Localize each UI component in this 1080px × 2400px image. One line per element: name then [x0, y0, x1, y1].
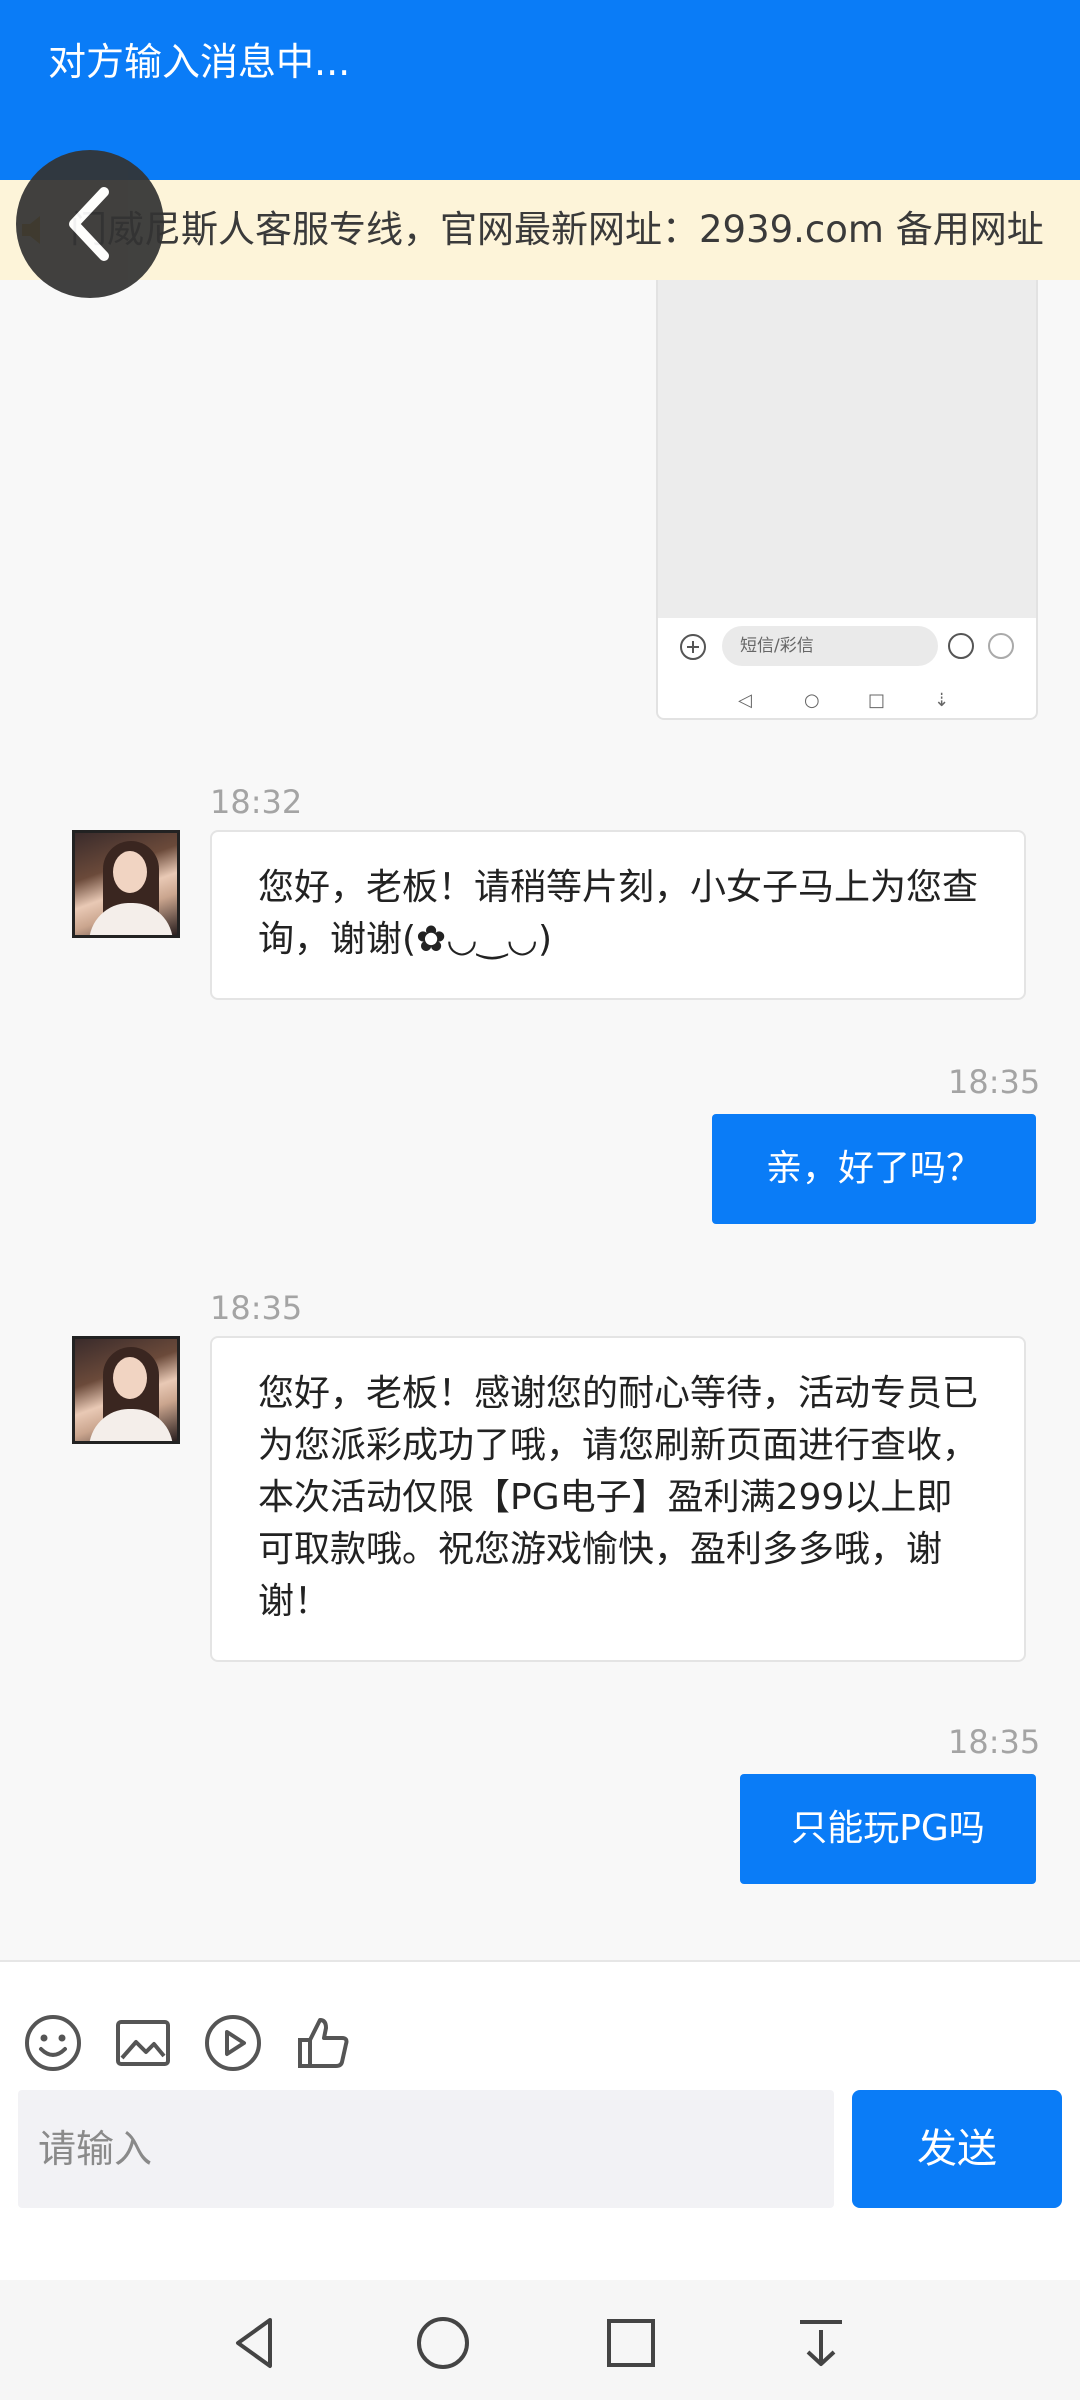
recents-square-icon[interactable]	[600, 2312, 662, 2374]
notification-down-icon[interactable]	[790, 2312, 852, 2374]
header-title: 对方输入消息中...	[48, 40, 351, 84]
chat-area[interactable]: 短信/彩信 ◁ ○ □ ⇣ 18:32 您好，老板！请稍等片刻，小女子马上为您查…	[0, 280, 1080, 1960]
chevron-left-icon	[69, 187, 109, 261]
incoming-message-bubble[interactable]: 您好，老板！请稍等片刻，小女子马上为您查询，谢谢(✿◡‿◡)	[210, 830, 1026, 1000]
home-circle-icon[interactable]	[412, 2312, 474, 2374]
back-button[interactable]	[16, 150, 164, 298]
home-circle-icon: ○	[804, 690, 820, 711]
avatar[interactable]	[72, 1336, 180, 1444]
outgoing-message-bubble[interactable]: 只能玩PG吗	[740, 1774, 1036, 1884]
image-icon[interactable]	[112, 2012, 174, 2074]
send-button[interactable]: 发送	[852, 2090, 1062, 2208]
emoji-icon	[948, 633, 974, 659]
image-message[interactable]: 短信/彩信 ◁ ○ □ ⇣	[656, 280, 1038, 720]
system-navbar	[0, 2280, 1080, 2400]
emoji-icon[interactable]	[22, 2012, 84, 2074]
thumbs-up-icon[interactable]	[292, 2012, 354, 2074]
plus-icon	[680, 634, 706, 660]
chat-header: 对方输入消息中...	[0, 0, 1080, 180]
notification-down-icon: ⇣	[934, 690, 950, 711]
send-arrow-icon	[988, 633, 1014, 659]
recents-square-icon: □	[868, 690, 886, 711]
notice-text: 门威尼斯人客服专线，官网最新网址：2939.com 备用网址	[70, 208, 1044, 251]
message-time: 18:35	[948, 1723, 1041, 1761]
video-icon[interactable]	[202, 2012, 264, 2074]
outgoing-message-bubble[interactable]: 亲，好了吗？	[712, 1114, 1036, 1224]
back-triangle-icon[interactable]	[224, 2312, 286, 2374]
message-input[interactable]: 请输入	[18, 2090, 834, 2208]
avatar[interactable]	[72, 830, 180, 938]
incoming-message-bubble[interactable]: 您好，老板！感谢您的耐心等待，活动专员已为您派彩成功了哦，请您刷新页面进行查收，…	[210, 1336, 1026, 1662]
composer: 请输入 发送	[0, 1960, 1080, 2280]
back-triangle-icon: ◁	[738, 690, 752, 711]
screenshot-sms-field: 短信/彩信	[722, 626, 938, 666]
screenshot-input-bar: 短信/彩信	[658, 618, 1036, 678]
message-time: 18:35	[948, 1063, 1041, 1101]
screenshot-navbar: ◁ ○ □ ⇣	[658, 678, 1036, 718]
message-time: 18:35	[210, 1289, 303, 1327]
message-time: 18:32	[210, 783, 303, 821]
